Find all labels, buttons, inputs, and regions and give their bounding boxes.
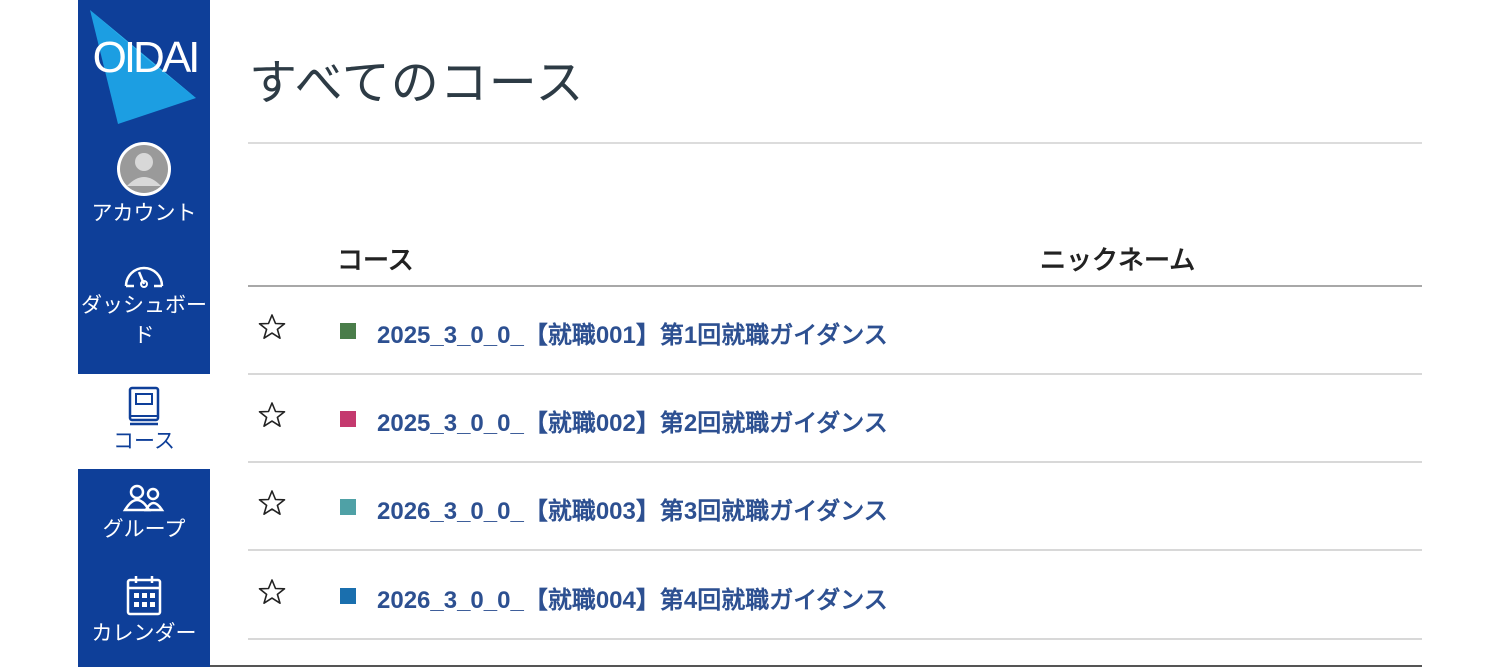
star-outline-icon[interactable] <box>258 401 286 429</box>
course-link[interactable]: 2026_3_0_0_【就職003】第3回就職ガイダンス <box>377 491 888 526</box>
calendar-icon <box>126 576 162 616</box>
nav-label-account: アカウント <box>91 201 197 225</box>
star-outline-icon[interactable] <box>258 489 286 517</box>
logo-text: OIDAI <box>92 33 201 82</box>
nav-item-calendar[interactable]: カレンダー <box>78 574 210 662</box>
nav-label-groups: グループ <box>102 517 186 541</box>
course-color-swatch <box>340 499 356 515</box>
row-divider <box>248 638 1422 640</box>
course-link[interactable]: 2025_3_0_0_【就職002】第2回就職ガイダンス <box>377 403 888 438</box>
star-outline-icon[interactable] <box>258 578 286 606</box>
row-divider <box>248 549 1422 551</box>
people-icon <box>122 484 165 512</box>
book-icon <box>128 386 160 426</box>
avatar-icon <box>117 142 171 196</box>
nav-item-account[interactable]: アカウント <box>78 140 210 232</box>
column-header-nickname[interactable]: ニックネーム <box>1040 240 1195 277</box>
nav-label-calendar: カレンダー <box>91 621 197 645</box>
nav-label-dashboard: ダッシュボード <box>81 293 207 347</box>
bottom-border <box>210 665 1422 667</box>
table-row: 2026_3_0_0_【就職004】第4回就職ガイダンス <box>248 552 1422 640</box>
course-color-swatch <box>340 323 356 339</box>
page-title: すべてのコース <box>249 55 585 111</box>
nav-item-groups[interactable]: グループ <box>78 484 210 564</box>
table-row: 2025_3_0_0_【就職002】第2回就職ガイダンス <box>248 375 1422 463</box>
course-link[interactable]: 2025_3_0_0_【就職001】第1回就職ガイダンス <box>377 315 888 350</box>
nav-item-courses[interactable]: コース <box>78 374 210 469</box>
course-color-swatch <box>340 588 356 604</box>
table-row: 2025_3_0_0_【就職001】第1回就職ガイダンス <box>248 287 1422 375</box>
global-nav-sidebar: OIDAI アカウント ダッシュボード コース グループ カレンダー <box>78 0 210 667</box>
course-link[interactable]: 2026_3_0_0_【就職004】第4回就職ガイダンス <box>377 580 888 615</box>
table-row: 2026_3_0_0_【就職003】第3回就職ガイダンス <box>248 463 1422 551</box>
course-color-swatch <box>340 411 356 427</box>
star-outline-icon[interactable] <box>258 313 286 341</box>
logo[interactable]: OIDAI <box>78 0 210 130</box>
nav-label-courses: コース <box>113 429 175 453</box>
column-header-course[interactable]: コース <box>337 240 414 277</box>
nav-item-dashboard[interactable]: ダッシュボード <box>78 260 210 360</box>
title-divider <box>248 142 1422 144</box>
dashboard-gauge-icon <box>124 266 164 288</box>
